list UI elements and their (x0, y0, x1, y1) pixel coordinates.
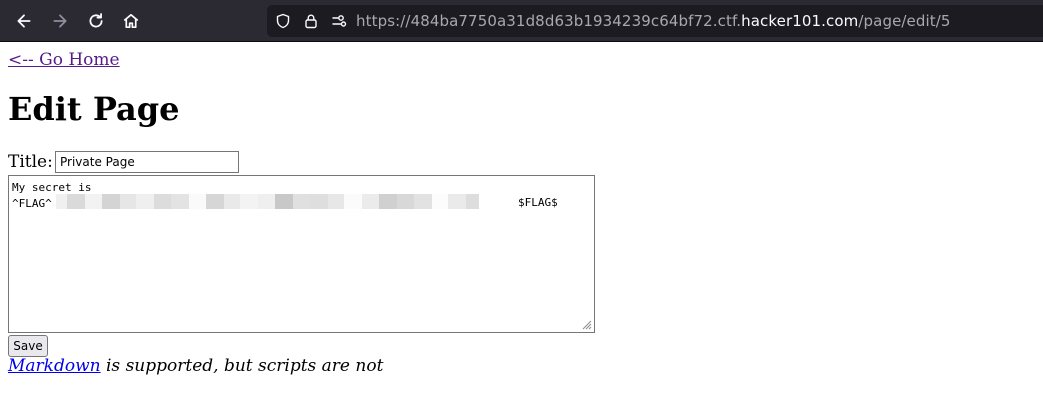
redacted-flag (56, 194, 518, 209)
url-text[interactable]: https://484ba7750a31d8d63b1934239c64bf72… (356, 11, 951, 31)
url-prefix: https://484ba7750a31d8d63b1934239c64bf72… (356, 12, 742, 30)
home-icon (123, 13, 139, 29)
permissions-icon[interactable] (330, 12, 348, 30)
markdown-note-text: is supported, but scripts are not (100, 356, 384, 376)
resize-grip-icon[interactable] (582, 320, 592, 330)
address-bar[interactable]: https://484ba7750a31d8d63b1934239c64bf72… (267, 5, 1043, 37)
forward-arrow-icon (53, 14, 67, 28)
body-line-1: My secret is (12, 181, 92, 194)
back-button[interactable] (9, 6, 39, 36)
markdown-link[interactable]: Markdown (8, 356, 101, 376)
reload-button[interactable] (81, 6, 111, 36)
flag-prefix: ^FLAG^ (12, 197, 52, 210)
shield-icon[interactable] (274, 12, 292, 30)
home-button[interactable] (116, 6, 146, 36)
reload-icon (89, 13, 103, 28)
markdown-note: Markdown is supported, but scripts are n… (8, 356, 383, 376)
page-title: Edit Page (8, 90, 180, 128)
lock-icon[interactable] (302, 12, 320, 30)
title-label: Title: (8, 152, 53, 172)
forward-button[interactable] (45, 6, 75, 36)
url-path: /page/edit/5 (858, 12, 951, 30)
browser-toolbar: https://484ba7750a31d8d63b1934239c64bf72… (0, 0, 1043, 42)
title-input[interactable] (55, 151, 239, 173)
back-arrow-icon (17, 14, 31, 28)
save-button[interactable]: Save (8, 335, 48, 357)
body-textarea[interactable]: My secret is ^FLAG^ $FLAG$ (8, 175, 595, 333)
flag-suffix: $FLAG$ (518, 196, 558, 209)
go-home-link[interactable]: <-- Go Home (8, 50, 120, 70)
url-host: hacker101.com (741, 12, 859, 30)
